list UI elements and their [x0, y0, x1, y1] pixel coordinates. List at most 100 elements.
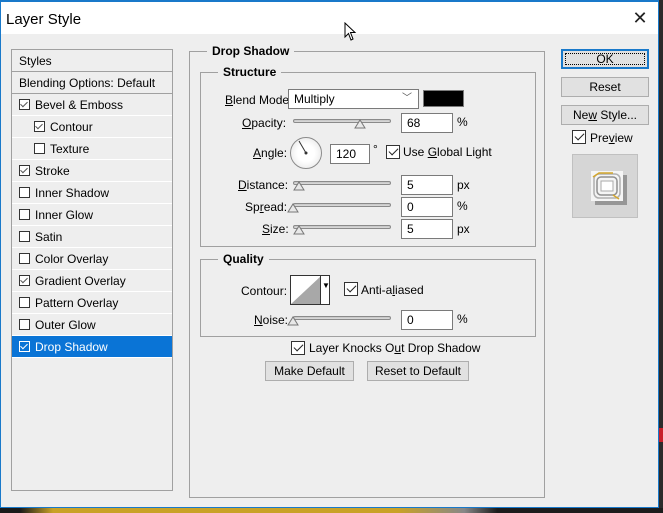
structure-group: Structure Blend Mode: Multiply ﹀ Opacity… — [200, 65, 536, 247]
spread-unit: % — [457, 199, 468, 213]
spread-slider-track[interactable] — [293, 203, 391, 207]
opacity-slider-thumb[interactable] — [353, 119, 366, 129]
style-item-outer-glow[interactable]: Outer Glow — [12, 314, 172, 336]
angle-label: Angle: — [253, 146, 288, 160]
style-item-contour[interactable]: Contour — [12, 116, 172, 138]
anti-aliased-checkbox[interactable] — [344, 282, 358, 296]
style-checkbox[interactable] — [19, 231, 30, 242]
style-checkbox[interactable] — [19, 275, 30, 286]
style-item-texture[interactable]: Texture — [12, 138, 172, 160]
layer-style-dialog: Layer Style ✕ Styles Blending Options: D… — [0, 0, 659, 508]
distance-slider-track[interactable] — [293, 181, 391, 185]
style-item-label: Gradient Overlay — [35, 274, 126, 288]
use-global-light-checkbox[interactable] — [386, 145, 400, 159]
noise-input[interactable]: 0 — [401, 310, 453, 330]
distance-slider-thumb[interactable] — [293, 181, 305, 191]
noise-label: Noise: — [254, 313, 289, 327]
style-item-gradient-overlay[interactable]: Gradient Overlay — [12, 270, 172, 292]
opacity-unit: % — [457, 115, 468, 129]
quality-group: Quality Contour: ▼ Anti-aliased Noise: 0… — [200, 252, 536, 337]
style-item-drop-shadow[interactable]: Drop Shadow — [12, 336, 172, 358]
chevron-down-icon: ﹀ — [402, 93, 412, 104]
style-item-label: Pattern Overlay — [35, 296, 119, 310]
angle-dial[interactable] — [290, 137, 322, 169]
style-item-label: Stroke — [35, 164, 70, 178]
layer-knocks-out-label[interactable]: Layer Knocks Out Drop Shadow — [309, 341, 480, 355]
size-slider-track[interactable] — [293, 225, 391, 229]
style-checkbox[interactable] — [19, 99, 30, 110]
shadow-color-swatch[interactable] — [423, 90, 464, 107]
distance-unit: px — [457, 178, 470, 192]
style-checkbox[interactable] — [34, 121, 45, 132]
quality-title: Quality — [218, 252, 269, 266]
style-checkbox[interactable] — [19, 253, 30, 264]
opacity-label: Opacity: — [242, 116, 287, 130]
size-slider-thumb[interactable] — [293, 225, 305, 235]
structure-title: Structure — [218, 65, 282, 79]
contour-picker[interactable]: ▼ — [290, 275, 330, 305]
reset-to-default-button[interactable]: Reset to Default — [367, 361, 469, 381]
noise-slider-thumb[interactable] — [287, 316, 299, 326]
layer-knocks-out-checkbox[interactable] — [291, 341, 305, 355]
style-item-inner-glow[interactable]: Inner Glow — [12, 204, 172, 226]
ok-button[interactable]: OK — [561, 49, 649, 69]
style-item-label: Color Overlay — [35, 252, 109, 266]
blending-options-item[interactable]: Blending Options: Default — [12, 72, 172, 94]
style-item-inner-shadow[interactable]: Inner Shadow — [12, 182, 172, 204]
style-item-label: Outer Glow — [35, 318, 96, 332]
window-title: Layer Style — [6, 11, 82, 28]
noise-unit: % — [457, 312, 468, 326]
reset-button[interactable]: Reset — [561, 77, 649, 97]
spread-input[interactable]: 0 — [401, 197, 453, 217]
style-checkbox[interactable] — [19, 341, 30, 352]
preview-checkbox[interactable] — [572, 130, 586, 144]
size-input[interactable]: 5 — [401, 219, 453, 239]
styles-list: Styles Blending Options: Default Bevel &… — [11, 49, 173, 491]
make-default-button[interactable]: Make Default — [265, 361, 354, 381]
style-item-label: Texture — [50, 142, 90, 156]
style-item-bevel-emboss[interactable]: Bevel & Emboss — [12, 94, 172, 116]
distance-label: Distance: — [238, 178, 289, 192]
style-item-label: Inner Shadow — [35, 186, 110, 200]
style-item-stroke[interactable]: Stroke — [12, 160, 172, 182]
angle-input[interactable]: 120 — [330, 144, 370, 164]
size-label: Size: — [262, 222, 289, 236]
style-checkbox[interactable] — [34, 143, 45, 154]
distance-input[interactable]: 5 — [401, 175, 453, 195]
noise-slider-track[interactable] — [293, 316, 391, 320]
style-item-label: Inner Glow — [35, 208, 94, 222]
opacity-slider-track[interactable] — [293, 119, 391, 123]
background-app-edge — [659, 0, 663, 513]
focus-ring — [565, 53, 645, 65]
contour-divider — [320, 276, 321, 304]
use-global-light-label[interactable]: Use Global Light — [403, 145, 492, 159]
mouse-cursor-icon — [344, 22, 357, 41]
close-icon[interactable]: ✕ — [626, 6, 654, 30]
title-bar[interactable]: Layer Style ✕ — [1, 2, 658, 34]
opacity-input[interactable]: 68 — [401, 113, 453, 133]
blend-mode-value: Multiply — [294, 92, 335, 106]
new-style-button[interactable]: New Style... — [561, 105, 649, 125]
style-item-label: Bevel & Emboss — [35, 98, 124, 112]
style-item-satin[interactable]: Satin — [12, 226, 172, 248]
preview-label[interactable]: Preview — [590, 131, 633, 145]
style-item-color-overlay[interactable]: Color Overlay — [12, 248, 172, 270]
style-item-label: Satin — [35, 230, 63, 244]
preview-image-icon — [591, 171, 627, 205]
style-checkbox[interactable] — [19, 165, 30, 176]
contour-dropdown-icon[interactable]: ▼ — [322, 281, 330, 290]
styles-header-label: Styles — [19, 54, 52, 68]
blend-mode-label: Blend Mode: — [225, 93, 293, 107]
style-checkbox[interactable] — [19, 297, 30, 308]
background-app-edge-bottom — [0, 508, 663, 513]
anti-aliased-label[interactable]: Anti-aliased — [361, 283, 424, 297]
style-item-label: Drop Shadow — [35, 340, 108, 354]
angle-unit: ° — [373, 142, 378, 156]
style-checkbox[interactable] — [19, 187, 30, 198]
style-checkbox[interactable] — [19, 209, 30, 220]
spread-slider-thumb[interactable] — [287, 203, 299, 213]
style-checkbox[interactable] — [19, 319, 30, 330]
style-item-pattern-overlay[interactable]: Pattern Overlay — [12, 292, 172, 314]
styles-header[interactable]: Styles — [12, 50, 172, 72]
blend-mode-select[interactable]: Multiply ﹀ — [288, 89, 419, 109]
